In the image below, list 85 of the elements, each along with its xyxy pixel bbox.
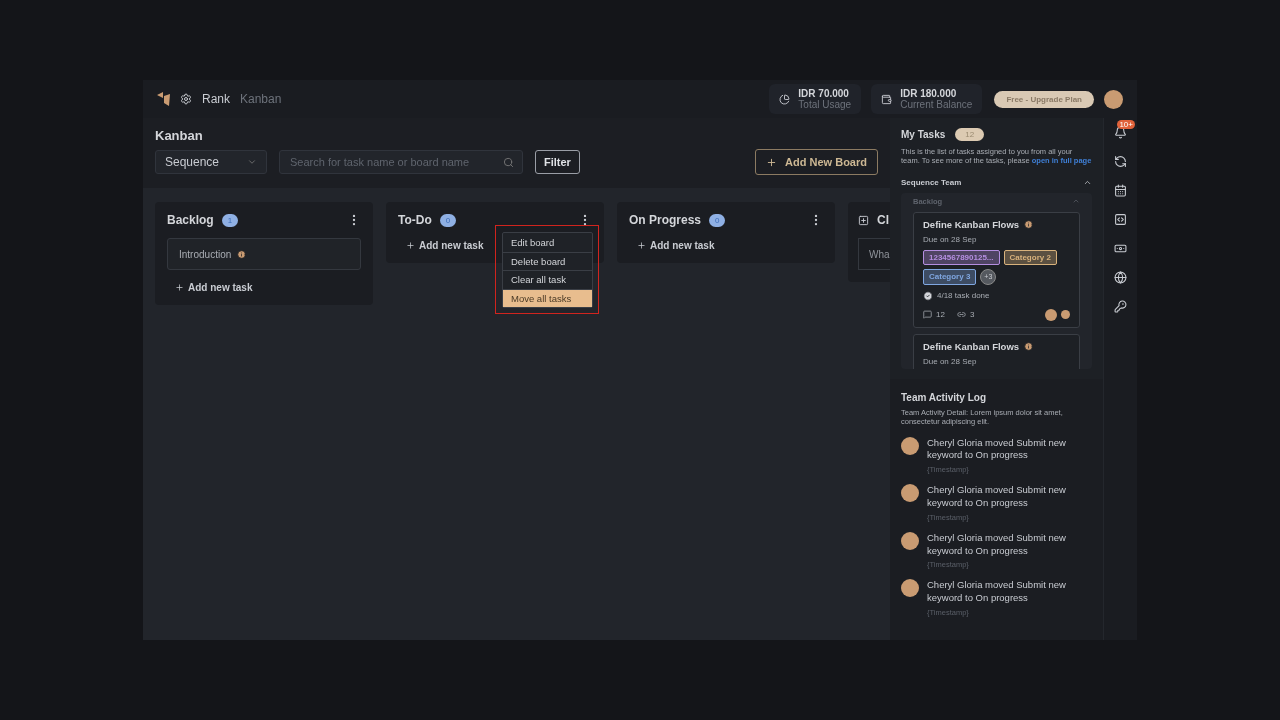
card-title: Define Kanban Flows (923, 340, 1020, 352)
task-count: 0 (439, 213, 457, 227)
add-task-button[interactable]: Add new task (637, 240, 715, 251)
menu-item[interactable]: Delete board (503, 251, 592, 270)
task-card[interactable]: Define Kanban Flows Due on 28 Sep (913, 333, 1080, 369)
category-tag: 1234567890125... (923, 249, 1000, 265)
plus-icon (637, 241, 646, 250)
board-title: Backlog (167, 213, 214, 227)
activity-text: Cheryl Gloria moved Submit new keyword to On progress (927, 484, 1067, 510)
user-avatar[interactable] (1104, 89, 1123, 109)
comment-icon (923, 310, 932, 320)
task-card[interactable]: Introduction (167, 238, 361, 270)
due-date: Due on 28 Sep (923, 356, 978, 366)
check-icon (923, 290, 933, 301)
search-input[interactable]: Search for task name or board name (288, 155, 499, 169)
activity-text: Cheryl Gloria moved Submit new keyword to On progress (927, 436, 1067, 463)
key-icon (1114, 300, 1127, 313)
menu-item[interactable]: Clear all task (503, 270, 592, 289)
section-title: Team Activity Log (901, 391, 986, 403)
logo-icon (157, 92, 170, 106)
add-task-button[interactable]: Add new task (406, 240, 484, 251)
wallet-icon (881, 93, 893, 105)
search-icon (503, 156, 514, 168)
notification-badge: 10+ (1117, 120, 1135, 129)
search-field[interactable]: Search for task name or board name (279, 150, 523, 174)
pie-chart-icon (779, 93, 791, 105)
task-count: 1 (221, 213, 239, 227)
user-avatar (901, 484, 919, 503)
info-icon (1024, 219, 1034, 229)
team-header[interactable]: Sequence Team (901, 177, 1092, 187)
banknote-icon (1114, 242, 1127, 255)
progress-text: 4/18 task done (937, 291, 990, 301)
board-title: Cl (877, 213, 889, 227)
stat-label: Current Balance (900, 99, 973, 110)
add-board-button[interactable]: Add New Board (755, 149, 878, 175)
info-icon (237, 249, 247, 259)
board-title: To-Do (398, 213, 432, 227)
bell-icon (1114, 126, 1127, 139)
menu-item[interactable]: Move all tasks (503, 288, 592, 307)
settings-icon[interactable] (180, 93, 192, 105)
link-icon (956, 310, 966, 320)
plus-icon (406, 241, 415, 250)
due-date: Due on 28 Sep (923, 234, 978, 244)
task-count: 12 (955, 128, 985, 141)
calendar-icon (1114, 184, 1127, 197)
sidebar-button[interactable] (1114, 242, 1127, 255)
globe-icon (1114, 271, 1127, 284)
plus-icon (175, 283, 184, 292)
breadcrumb-item[interactable]: Kanban (240, 92, 282, 106)
page-title: Kanban (155, 128, 204, 143)
sidebar-button[interactable] (1114, 155, 1127, 168)
add-task-button[interactable]: Add new task (175, 282, 253, 293)
code-icon (1114, 213, 1127, 226)
add-box-icon (858, 214, 869, 226)
assignee-avatar (1061, 310, 1070, 320)
info-icon (1024, 341, 1034, 351)
user-avatar (901, 531, 919, 550)
sidebar-button[interactable] (1114, 300, 1127, 313)
menu-item[interactable]: Edit board (503, 233, 592, 252)
card-title: Define Kanban Flows (923, 218, 1020, 230)
category-tag: Category 3 (923, 268, 977, 285)
sidebar-button[interactable] (1114, 184, 1127, 197)
chevron-down-icon (247, 157, 257, 167)
user-avatar (901, 579, 919, 598)
breadcrumb-item[interactable]: Rank (202, 92, 230, 106)
task-count: 0 (709, 213, 726, 227)
category-tag: Category 2 (1003, 249, 1057, 265)
plus-icon (766, 156, 778, 168)
assignee-avatar (1045, 308, 1057, 321)
link-count: 3 (969, 310, 975, 320)
stat-value: IDR 180.000 (900, 88, 958, 99)
stat-label: Total Usage (798, 99, 852, 110)
user-avatar (901, 436, 919, 455)
sync-icon (1114, 155, 1127, 168)
team-select[interactable]: Sequence (155, 150, 267, 174)
activity-text: Cheryl Gloria moved Submit new keyword to On progress (927, 531, 1067, 558)
stat-value: IDR 70.000 (798, 88, 850, 99)
filter-button[interactable]: Filter (535, 150, 580, 174)
panel-title: My Tasks (901, 129, 946, 140)
sidebar-button[interactable]: 10+ (1114, 120, 1135, 139)
sidebar-button[interactable] (1114, 271, 1127, 284)
activity-text: Cheryl Gloria moved Submit new keyword to On progress (927, 579, 1067, 605)
comment-count: 12 (936, 310, 945, 320)
board-title: On Progress (629, 213, 702, 227)
sidebar-button[interactable] (1114, 213, 1127, 226)
